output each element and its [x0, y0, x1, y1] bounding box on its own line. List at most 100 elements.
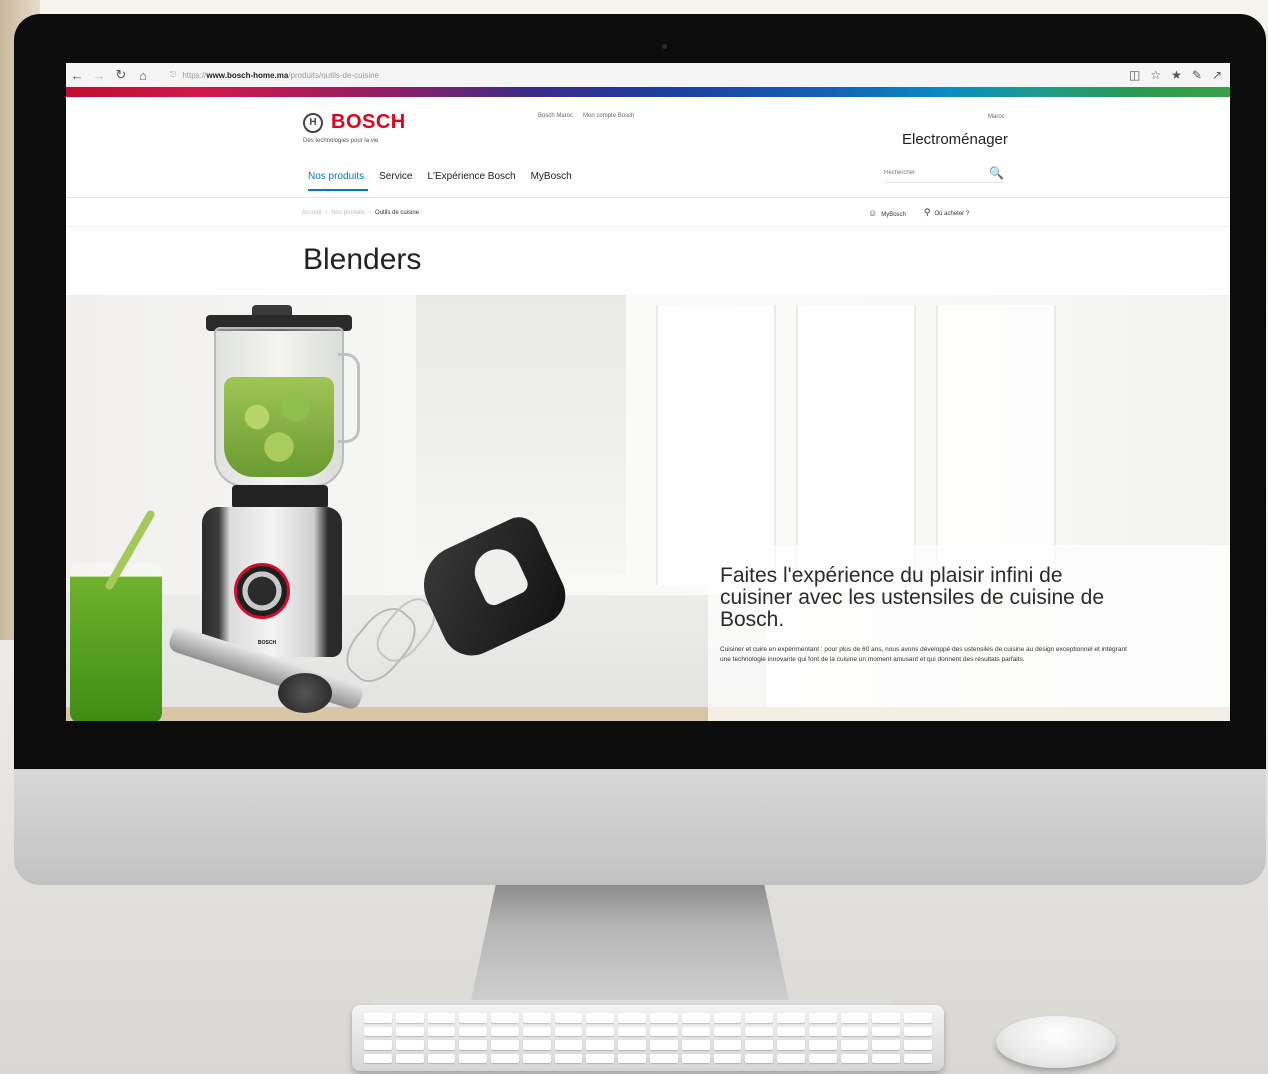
where-to-buy-label: Où acheter ?	[934, 211, 970, 217]
search-icon[interactable]: 🔍	[989, 166, 1004, 180]
keyboard-key	[522, 1013, 551, 1023]
nav-active-indicator	[308, 189, 368, 191]
reading-view-icon[interactable]: ◫	[1129, 68, 1140, 82]
keyboard-key	[554, 1013, 583, 1023]
keyboard-key	[650, 1040, 678, 1050]
keyboard-key	[808, 1013, 837, 1023]
nav-experience[interactable]: L'Expérience Bosch	[428, 171, 516, 182]
keyboard-key	[427, 1013, 456, 1023]
forward-icon[interactable]: →	[88, 68, 110, 83]
country-selector[interactable]: Maroc	[988, 114, 1005, 120]
keyboard-key	[364, 1053, 392, 1063]
keyboard-key	[554, 1040, 583, 1050]
nav-nos-produits[interactable]: Nos produits	[308, 171, 364, 182]
breadcrumb-products[interactable]: Nos produits	[331, 210, 365, 216]
keyboard-key	[713, 1013, 742, 1023]
keyboard-key	[395, 1026, 424, 1036]
address-bar[interactable]: ⎋ https://www.bosch-home.ma/produits/out…	[170, 70, 1050, 80]
blender-knob	[234, 563, 290, 619]
keyboard-key	[681, 1013, 710, 1023]
keyboard-key	[395, 1013, 424, 1023]
keyboard-key	[713, 1026, 742, 1036]
bosch-logo[interactable]: H BOSCH Des technologies pour la vie	[303, 111, 406, 144]
mybosch-link[interactable]: ☺ MyBosch	[868, 208, 906, 218]
keyboard-key	[618, 1026, 646, 1036]
breadcrumb-divider	[66, 226, 1230, 227]
lock-icon: ⎋	[170, 70, 177, 79]
keyboard-key	[459, 1013, 488, 1023]
keyboard-key	[872, 1026, 901, 1036]
keyboard-key	[840, 1013, 869, 1023]
keyboard-key	[395, 1040, 424, 1050]
brand-tagline: Des technologies pour la vie	[303, 138, 379, 144]
keyboard-key	[904, 1026, 932, 1036]
breadcrumb: Accueil › Nos produits › Outils de cuisi…	[302, 210, 419, 216]
blender-handle	[338, 353, 360, 443]
keyboard-key	[808, 1053, 837, 1063]
hand-blender-head	[278, 673, 332, 713]
favorites-hub-icon[interactable]: ★	[1171, 68, 1182, 82]
page-title: Blenders	[303, 243, 422, 276]
keyboard-key	[491, 1026, 519, 1036]
url-prefix: https://	[182, 70, 207, 80]
back-icon[interactable]: ←	[66, 68, 88, 83]
keyboard-key	[777, 1053, 805, 1063]
keyboard-key	[777, 1040, 805, 1050]
keyboard-key	[586, 1040, 615, 1050]
search-input[interactable]	[884, 169, 974, 176]
monitor-chin	[14, 769, 1266, 885]
hero-headline: Faites l'expérience du plaisir infini de…	[720, 564, 1105, 632]
top-links: Bosch Maroc Mon compte Bosch	[538, 113, 634, 119]
keyboard-key	[618, 1040, 646, 1050]
link-mon-compte[interactable]: Mon compte Bosch	[583, 113, 634, 119]
bosch-armature-icon: H	[303, 112, 323, 133]
link-bosch-maroc[interactable]: Bosch Maroc	[538, 113, 573, 119]
keyboard-key	[522, 1053, 551, 1063]
keyboard-key	[745, 1026, 774, 1036]
keyboard-key	[808, 1026, 837, 1036]
keyboard	[352, 1005, 944, 1071]
where-to-buy-link[interactable]: ⚲ Où acheter ?	[924, 207, 969, 218]
main-nav: Nos produits Service L'Expérience Bosch …	[308, 171, 572, 182]
utility-links: ☺ MyBosch ⚲ Où acheter ?	[868, 207, 969, 218]
search-box: 🔍	[884, 163, 1004, 183]
keyboard-key	[840, 1040, 869, 1050]
keyboard-key	[650, 1053, 678, 1063]
url-host: www.bosch-home.ma	[206, 70, 289, 80]
keyboard-key	[681, 1040, 710, 1050]
share-icon[interactable]: ↗	[1212, 68, 1222, 82]
keyboard-key	[904, 1040, 932, 1050]
reload-icon[interactable]: ↻	[110, 67, 132, 83]
keyboard-key	[618, 1013, 646, 1023]
location-pin-icon: ⚲	[923, 207, 931, 217]
keyboard-key	[491, 1053, 519, 1063]
keyboard-key	[745, 1040, 774, 1050]
breadcrumb-separator: ›	[325, 210, 328, 216]
mybosch-label: MyBosch	[881, 211, 906, 218]
pen-icon[interactable]: ✎	[1192, 68, 1202, 82]
keyboard-key	[840, 1026, 869, 1036]
breadcrumb-current: Outils de cuisine	[375, 210, 420, 216]
keyboard-key	[522, 1026, 551, 1036]
screen: ← → ↻ ⌂ ⎋ https://www.bosch-home.ma/prod…	[66, 63, 1230, 721]
hero-banner: BOSCH Faites l'expérience du plaisir inf…	[66, 295, 1230, 721]
keyboard-key	[586, 1013, 615, 1023]
keyboard-key	[650, 1026, 678, 1036]
home-icon[interactable]: ⌂	[132, 68, 154, 83]
keyboard-key	[777, 1013, 805, 1023]
nav-service[interactable]: Service	[379, 171, 412, 182]
keyboard-key	[554, 1053, 583, 1063]
browser-toolbar: ← → ↻ ⌂ ⎋ https://www.bosch-home.ma/prod…	[66, 63, 1230, 87]
keyboard-key	[459, 1053, 488, 1063]
keyboard-key	[364, 1026, 392, 1036]
hero-window	[796, 305, 916, 585]
hero-window	[656, 305, 776, 585]
favorite-star-icon[interactable]: ☆	[1150, 68, 1161, 82]
keyboard-key	[745, 1053, 774, 1063]
keyboard-key	[427, 1053, 456, 1063]
keyboard-key	[745, 1013, 774, 1023]
nav-mybosch[interactable]: MyBosch	[531, 171, 572, 182]
monitor-stand	[470, 885, 790, 1005]
keyboard-key	[650, 1013, 678, 1023]
breadcrumb-home[interactable]: Accueil	[302, 210, 321, 216]
